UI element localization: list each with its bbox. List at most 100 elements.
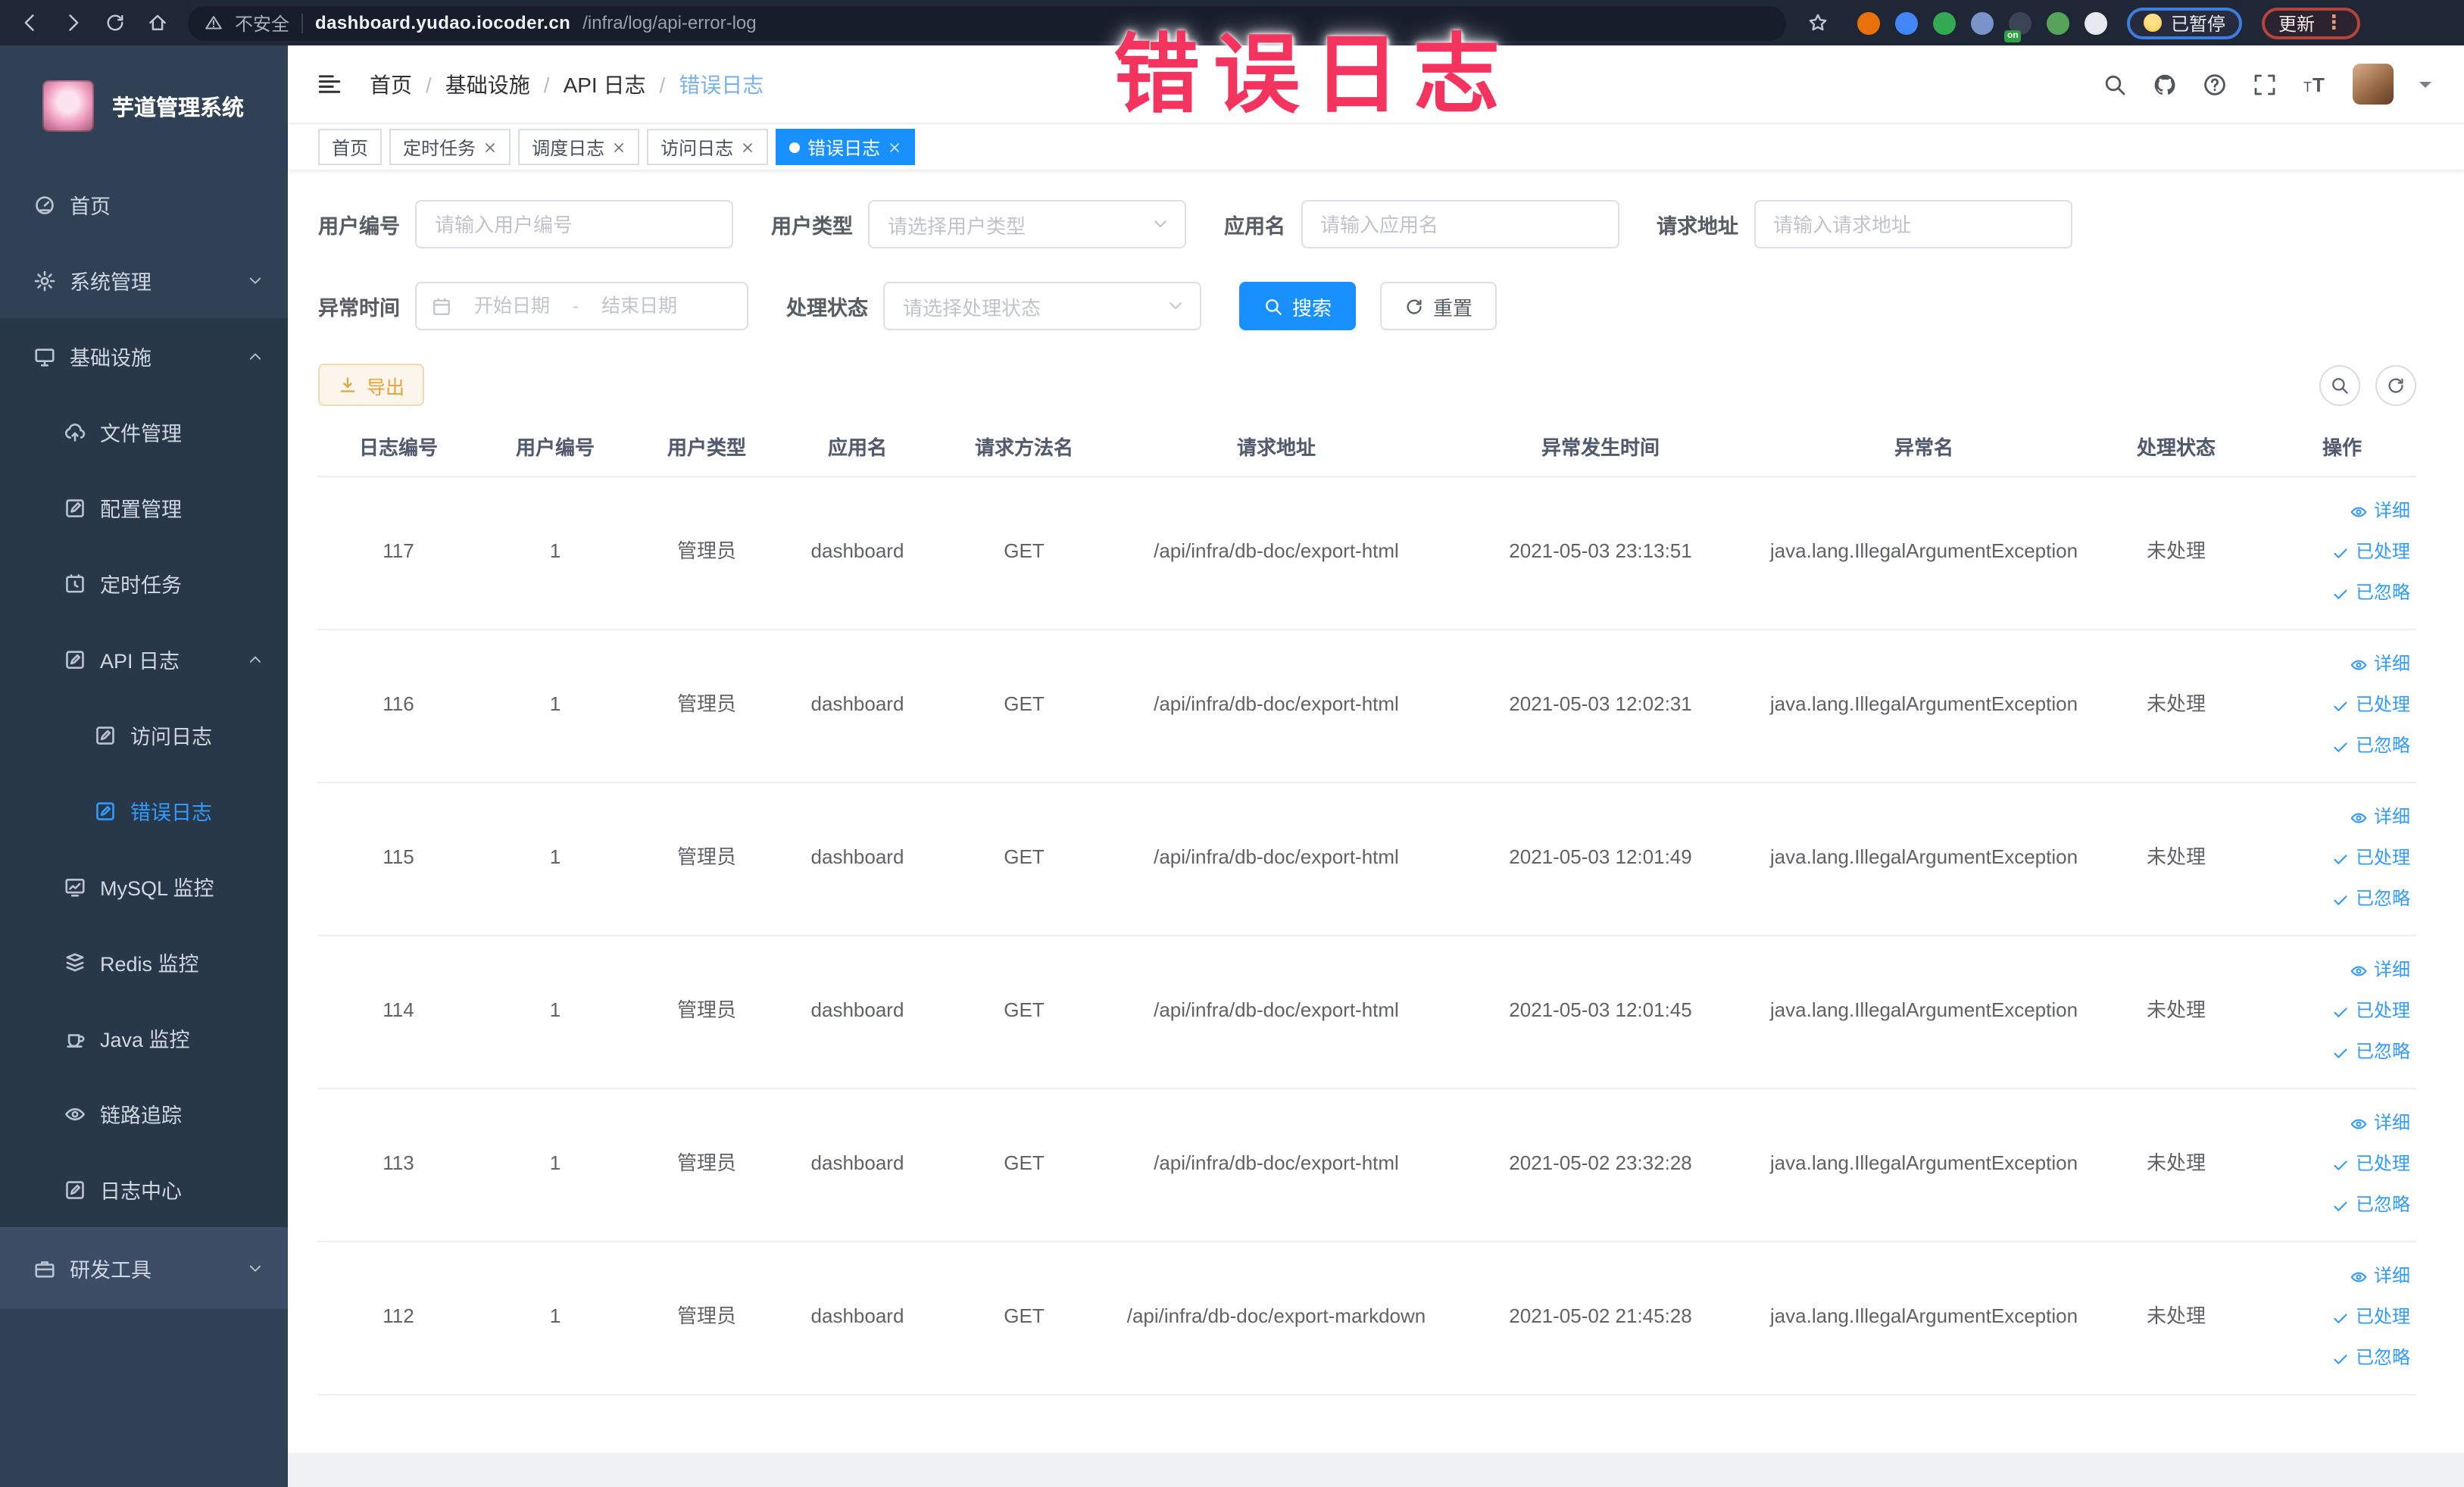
cell-status: 未处理 bbox=[2085, 1088, 2268, 1242]
action-detail[interactable]: 详细 bbox=[2274, 1256, 2410, 1297]
sidebar-item-5[interactable]: 定时任务 bbox=[0, 545, 288, 621]
end-date-input[interactable] bbox=[588, 295, 691, 317]
exception-time-range-picker[interactable]: - bbox=[415, 282, 748, 330]
reload-icon[interactable] bbox=[103, 11, 126, 34]
browser-menu-icon[interactable]: ⋮ bbox=[2324, 11, 2344, 35]
export-button[interactable]: 导出 bbox=[318, 364, 425, 406]
user-avatar[interactable] bbox=[2352, 64, 2393, 105]
svg-text:T: T bbox=[2303, 79, 2311, 94]
tab-0[interactable]: 首页 bbox=[318, 129, 383, 165]
app-name-input[interactable] bbox=[1301, 200, 1619, 248]
action-detail[interactable]: 详细 bbox=[2274, 1103, 2410, 1144]
action-detail[interactable]: 详细 bbox=[2274, 950, 2410, 991]
action-ignored[interactable]: 已忽略 bbox=[2274, 726, 2410, 767]
sidebar-item-3[interactable]: 文件管理 bbox=[0, 394, 288, 470]
close-icon[interactable] bbox=[483, 140, 497, 154]
breadcrumb-item-2[interactable]: API 日志 bbox=[564, 69, 646, 99]
breadcrumb-item-0[interactable]: 首页 bbox=[370, 69, 412, 99]
cell-method: GET bbox=[933, 1241, 1115, 1395]
cell-status: 未处理 bbox=[2085, 476, 2268, 629]
tab-1[interactable]: 定时任务 bbox=[389, 129, 511, 165]
refresh-table-button[interactable] bbox=[2375, 365, 2416, 406]
help-icon[interactable] bbox=[2202, 72, 2226, 96]
request-url-input[interactable] bbox=[1754, 200, 2072, 248]
sidebar-item-12[interactable]: 链路追踪 bbox=[0, 1076, 288, 1151]
cell-user_type: 管理员 bbox=[632, 782, 782, 936]
paused-extension-button[interactable]: 已暂停 bbox=[2127, 7, 2243, 39]
action-detail[interactable]: 详细 bbox=[2274, 491, 2410, 532]
eye-icon bbox=[2350, 1114, 2368, 1132]
home-icon[interactable] bbox=[145, 11, 168, 34]
close-icon[interactable] bbox=[741, 140, 754, 154]
sidebar-item-6[interactable]: API 日志 bbox=[0, 621, 288, 697]
blue-shield-extension-icon[interactable] bbox=[1895, 11, 1918, 34]
back-icon[interactable] bbox=[18, 11, 41, 34]
action-ignored[interactable]: 已忽略 bbox=[2274, 573, 2410, 614]
action-ignored[interactable]: 已忽略 bbox=[2274, 879, 2410, 920]
extension-badge: on bbox=[2004, 30, 2022, 42]
action-processed[interactable]: 已处理 bbox=[2274, 838, 2410, 879]
fullscreen-icon[interactable] bbox=[2252, 72, 2276, 96]
github-icon[interactable] bbox=[2152, 72, 2176, 96]
toggle-search-button[interactable] bbox=[2319, 365, 2360, 406]
sidebar-item-7[interactable]: 访问日志 bbox=[0, 697, 288, 773]
table-row-113: 113 1 管理员 dashboard GET/api/infra/db-doc/exp… bbox=[318, 1088, 2416, 1242]
close-icon[interactable] bbox=[888, 140, 901, 154]
bookmark-star-icon[interactable] bbox=[1806, 11, 1828, 34]
start-date-input[interactable] bbox=[461, 295, 564, 317]
reset-button[interactable]: 重置 bbox=[1380, 282, 1497, 330]
green-check-extension-icon[interactable] bbox=[1933, 11, 1956, 34]
action-ignored[interactable]: 已忽略 bbox=[2274, 1338, 2410, 1379]
action-processed[interactable]: 已处理 bbox=[2274, 685, 2410, 726]
breadcrumb-separator: / bbox=[426, 72, 432, 96]
sidebar-item-13[interactable]: 日志中心 bbox=[0, 1151, 288, 1227]
action-detail[interactable]: 详细 bbox=[2274, 644, 2410, 685]
onoff-extension-icon[interactable]: on bbox=[2004, 11, 2031, 42]
cell-url: /api/infra/db-doc/export-markdown bbox=[1115, 1241, 1438, 1395]
orange-target-extension-icon[interactable] bbox=[1857, 11, 1880, 34]
tab-2[interactable]: 调度日志 bbox=[518, 129, 640, 165]
action-processed[interactable]: 已处理 bbox=[2274, 532, 2410, 573]
address-bar[interactable]: 不安全 dashboard.yudao.iocoder.cn/infra/log… bbox=[188, 5, 1786, 40]
sidebar-item-11[interactable]: Java 监控 bbox=[0, 1000, 288, 1076]
green-leaf-extension-icon[interactable] bbox=[2047, 11, 2069, 34]
process-status-select[interactable]: 请选择处理状态 bbox=[883, 282, 1201, 330]
sidebar-item-10[interactable]: Redis 监控 bbox=[0, 924, 288, 1000]
collapse-sidebar-icon[interactable] bbox=[317, 71, 342, 97]
sidebar-item-1[interactable]: 系统管理 bbox=[0, 242, 288, 318]
cell-url: /api/infra/db-doc/export-html bbox=[1115, 1088, 1438, 1242]
white-puzzle-extension-icon[interactable] bbox=[2085, 11, 2107, 34]
action-processed[interactable]: 已处理 bbox=[2274, 1297, 2410, 1338]
breadcrumb-item-3: 错误日志 bbox=[679, 72, 764, 96]
user-type-select[interactable]: 请选择用户类型 bbox=[868, 200, 1186, 248]
tab-3[interactable]: 访问日志 bbox=[647, 129, 769, 165]
action-ignored[interactable]: 已忽略 bbox=[2274, 1032, 2410, 1073]
font-size-icon[interactable]: TT bbox=[2302, 72, 2326, 96]
sidebar-item-4[interactable]: 配置管理 bbox=[0, 470, 288, 545]
browser-update-button[interactable]: 更新 ⋮ bbox=[2262, 7, 2361, 39]
search-button[interactable]: 搜索 bbox=[1239, 282, 1357, 330]
blue-grid-extension-icon[interactable] bbox=[1971, 11, 1994, 34]
url-domain: dashboard.yudao.iocoder.cn bbox=[315, 12, 571, 33]
action-ignored[interactable]: 已忽略 bbox=[2274, 1185, 2410, 1226]
sidebar-item-9[interactable]: MySQL 监控 bbox=[0, 848, 288, 924]
action-processed[interactable]: 已处理 bbox=[2274, 1144, 2410, 1185]
action-label: 已处理 bbox=[2355, 1152, 2410, 1174]
user-menu-caret-icon[interactable] bbox=[2419, 81, 2431, 93]
tab-4[interactable]: 错误日志 bbox=[776, 129, 916, 165]
cell-user_type: 管理员 bbox=[632, 1241, 782, 1395]
action-detail[interactable]: 详细 bbox=[2274, 797, 2410, 838]
sidebar-item-8[interactable]: 错误日志 bbox=[0, 773, 288, 848]
action-processed[interactable]: 已处理 bbox=[2274, 991, 2410, 1032]
logo-row[interactable]: 芋道管理系统 bbox=[0, 45, 288, 167]
sidebar-item-14[interactable]: 研发工具 bbox=[0, 1227, 288, 1309]
search-icon[interactable] bbox=[2102, 72, 2126, 96]
cell-actions: 详细 已处理 已忽略 bbox=[2268, 935, 2416, 1089]
breadcrumb-item-1[interactable]: 基础设施 bbox=[445, 69, 530, 99]
sidebar-item-2[interactable]: 基础设施 bbox=[0, 318, 288, 394]
cell-id: 114 bbox=[318, 935, 479, 1089]
forward-icon[interactable] bbox=[61, 11, 83, 34]
user-id-input[interactable] bbox=[415, 200, 733, 248]
sidebar-item-0[interactable]: 首页 bbox=[0, 167, 288, 242]
close-icon[interactable] bbox=[612, 140, 626, 154]
